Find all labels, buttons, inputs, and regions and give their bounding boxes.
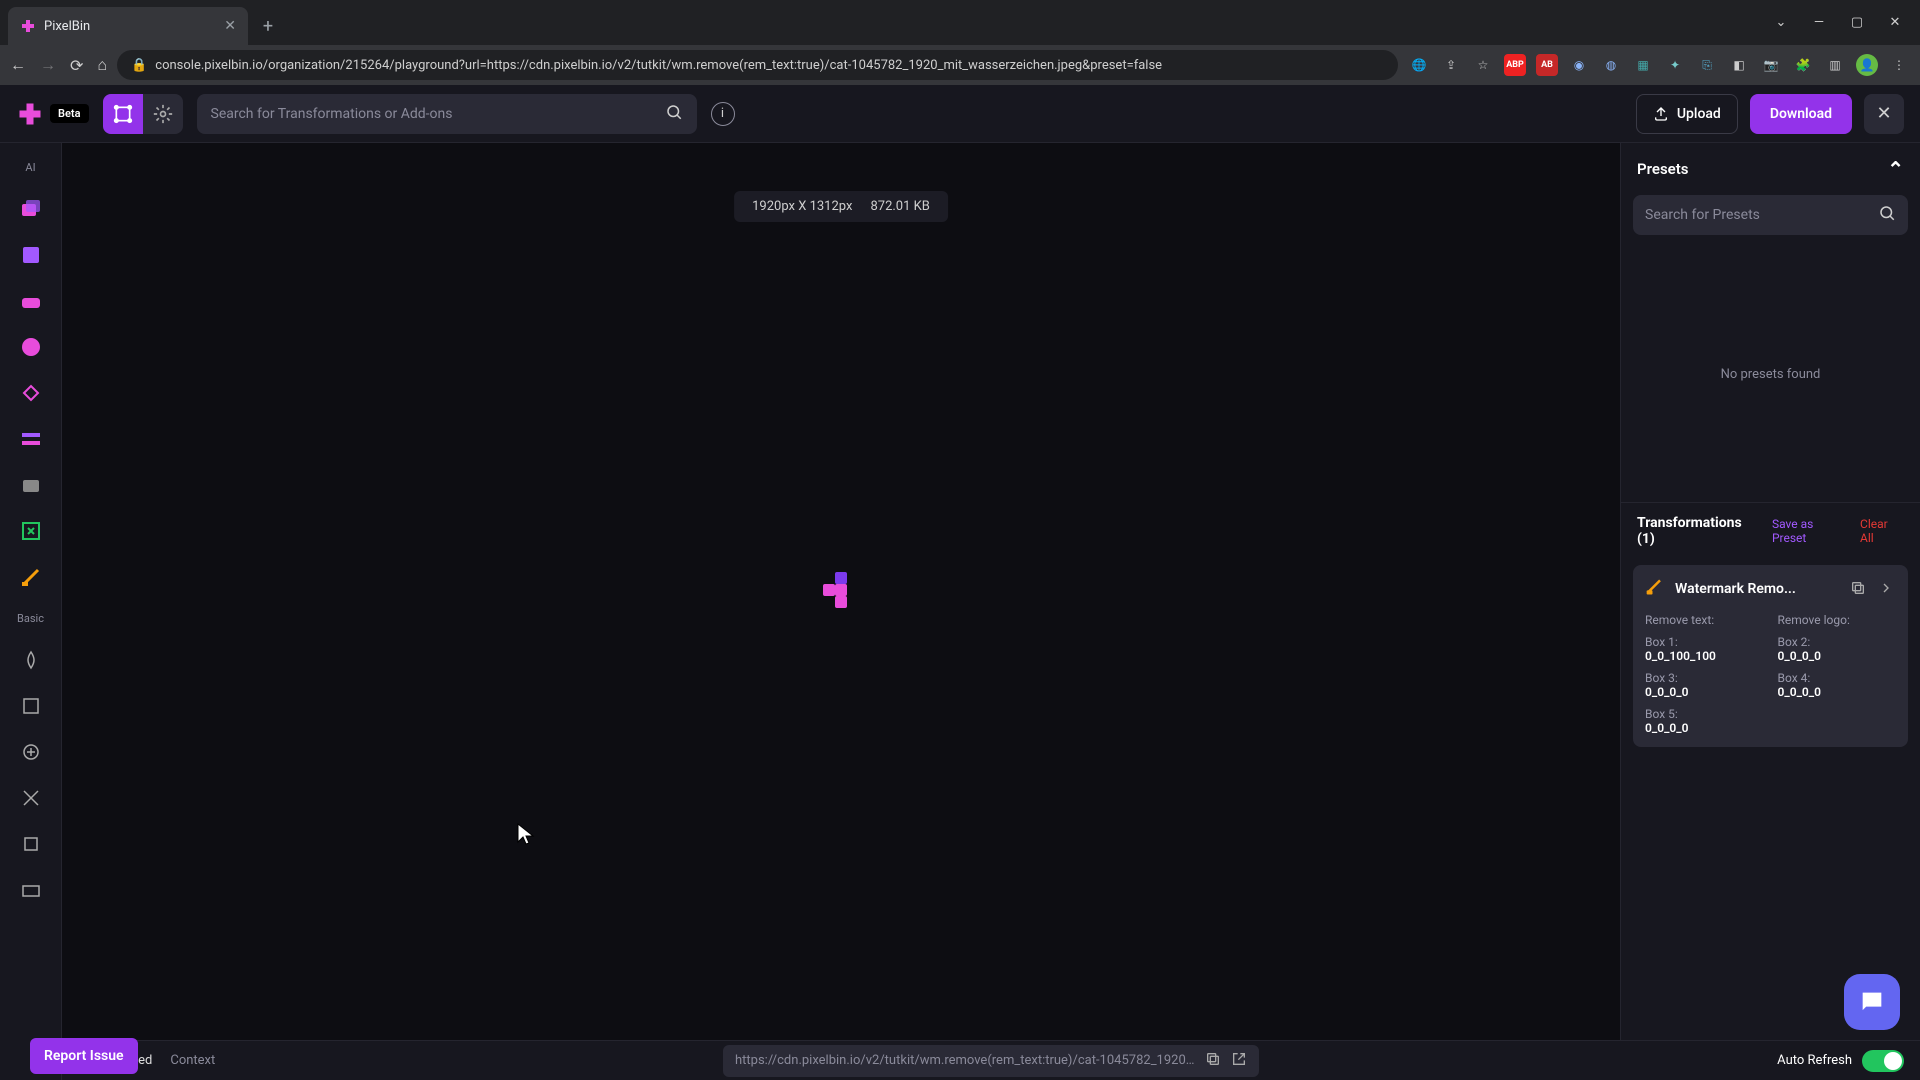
- report-issue-button[interactable]: Report Issue: [30, 1038, 138, 1074]
- left-tool-rail: AI Basic: [0, 143, 62, 1080]
- copy-url-icon[interactable]: [1205, 1051, 1221, 1071]
- translate-icon[interactable]: 🌐: [1408, 54, 1430, 76]
- abp-extension-icon[interactable]: ABP: [1504, 54, 1526, 76]
- close-tab-icon[interactable]: ✕: [224, 18, 236, 34]
- extension-icon[interactable]: ◉: [1568, 54, 1590, 76]
- extension-icon-2[interactable]: ◍: [1600, 54, 1622, 76]
- lock-icon: 🔒: [131, 58, 147, 73]
- ai-tool-7[interactable]: [14, 468, 48, 502]
- presets-empty-state: No presets found: [1621, 247, 1920, 502]
- close-panel-button[interactable]: ✕: [1864, 94, 1904, 134]
- copy-icon[interactable]: [1850, 580, 1868, 598]
- basic-tool-2[interactable]: [14, 689, 48, 723]
- basic-tool-1[interactable]: [14, 643, 48, 677]
- ai-tool-5[interactable]: [14, 376, 48, 410]
- bottom-bar: Transformed Context https://cdn.pixelbin…: [62, 1040, 1920, 1080]
- auto-refresh-toggle[interactable]: [1862, 1050, 1904, 1072]
- side-panel-icon[interactable]: ▥: [1824, 54, 1846, 76]
- tab-context[interactable]: Context: [170, 1053, 215, 1068]
- rail-section-ai: AI: [25, 161, 35, 174]
- search-icon: [665, 103, 683, 125]
- share-icon[interactable]: ⇪: [1440, 54, 1462, 76]
- download-button[interactable]: Download: [1750, 94, 1852, 134]
- basic-tool-4[interactable]: [14, 781, 48, 815]
- image-filesize: 872.01 KB: [870, 199, 929, 214]
- basic-tool-6[interactable]: [14, 873, 48, 907]
- window-maximize[interactable]: ▢: [1840, 9, 1874, 37]
- app-toolbar: Beta Search for Transformations or Add-o…: [0, 85, 1920, 143]
- ai-tool-8[interactable]: [14, 514, 48, 548]
- ai-tool-6[interactable]: [14, 422, 48, 456]
- transform-search[interactable]: Search for Transformations or Add-ons: [197, 94, 697, 134]
- auto-refresh-control: Auto Refresh: [1777, 1050, 1904, 1072]
- extensions-menu-icon[interactable]: 🧩: [1792, 54, 1814, 76]
- ai-tool-9[interactable]: [14, 560, 48, 594]
- ai-tool-2[interactable]: [14, 238, 48, 272]
- loading-spinner: [817, 566, 865, 618]
- chevron-right-icon[interactable]: [1878, 580, 1896, 598]
- address-bar[interactable]: 🔒 console.pixelbin.io/organization/21526…: [117, 50, 1398, 80]
- browser-tab[interactable]: PixelBin ✕: [8, 7, 248, 45]
- ai-tool-1[interactable]: [14, 192, 48, 226]
- transform-card: Watermark Remo... Remove text: Remove lo…: [1633, 565, 1908, 747]
- search-icon: [1878, 204, 1896, 226]
- pixelbin-favicon: [20, 18, 36, 34]
- clear-all-link[interactable]: Clear All: [1860, 517, 1904, 545]
- chevron-down-icon[interactable]: ⌄: [1764, 9, 1798, 37]
- save-as-preset-link[interactable]: Save as Preset: [1772, 517, 1850, 545]
- nav-back-icon[interactable]: ←: [10, 55, 26, 75]
- transformations-header: Transformations (1) Save as Preset Clear…: [1621, 502, 1920, 559]
- tab-title: PixelBin: [44, 19, 90, 34]
- extension-icon-3[interactable]: ▦: [1632, 54, 1654, 76]
- basic-tool-5[interactable]: [14, 827, 48, 861]
- ai-tool-4[interactable]: [14, 330, 48, 364]
- window-minimize[interactable]: —: [1802, 9, 1836, 37]
- image-meta-badge: 1920px X 1312px 872.01 KB: [734, 191, 948, 222]
- nav-reload-icon[interactable]: ⟳: [70, 56, 83, 75]
- url-text: console.pixelbin.io/organization/215264/…: [155, 58, 1162, 73]
- extension-icon-5[interactable]: ⎘: [1696, 54, 1718, 76]
- app-logo[interactable]: Beta: [16, 100, 89, 128]
- rail-section-basic: Basic: [17, 612, 44, 625]
- canvas-area[interactable]: 1920px X 1312px 872.01 KB: [62, 143, 1620, 1040]
- extension-icon-7[interactable]: 📷: [1760, 54, 1782, 76]
- preset-search[interactable]: Search for Presets: [1633, 195, 1908, 235]
- nav-forward-icon[interactable]: →: [40, 55, 56, 75]
- open-url-icon[interactable]: [1231, 1051, 1247, 1071]
- new-tab-button[interactable]: +: [254, 12, 282, 40]
- transform-name: Watermark Remo...: [1675, 581, 1796, 597]
- bookmark-icon[interactable]: ☆: [1472, 54, 1494, 76]
- upload-button[interactable]: Upload: [1636, 94, 1738, 134]
- chat-fab[interactable]: [1844, 974, 1900, 1030]
- transform-mode-button[interactable]: [103, 94, 143, 134]
- search-placeholder: Search for Transformations or Add-ons: [211, 106, 453, 122]
- image-dimensions: 1920px X 1312px: [752, 199, 852, 214]
- window-close[interactable]: ✕: [1878, 9, 1912, 37]
- browser-toolbar: ← → ⟳ ⌂ 🔒 console.pixelbin.io/organizati…: [0, 45, 1920, 85]
- presets-header[interactable]: Presets ⌃: [1621, 143, 1920, 195]
- extension-icon-6[interactable]: ◧: [1728, 54, 1750, 76]
- chevron-up-icon[interactable]: ⌃: [1887, 157, 1904, 181]
- extension-icon-4[interactable]: ✦: [1664, 54, 1686, 76]
- beta-badge: Beta: [50, 104, 89, 123]
- output-url: https://cdn.pixelbin.io/v2/tutkit/wm.rem…: [723, 1045, 1259, 1077]
- ai-tool-3[interactable]: [14, 284, 48, 318]
- mouse-cursor: [517, 823, 535, 852]
- nav-home-icon[interactable]: ⌂: [97, 55, 107, 75]
- profile-avatar[interactable]: 👤: [1856, 54, 1878, 76]
- eraser-icon: [1645, 577, 1665, 601]
- abp-extension-icon-2[interactable]: AB: [1536, 54, 1558, 76]
- info-button[interactable]: i: [711, 102, 735, 126]
- kebab-menu-icon[interactable]: ⋮: [1888, 54, 1910, 76]
- browser-tab-strip: PixelBin ✕ + ⌄ — ▢ ✕: [0, 0, 1920, 45]
- mode-toggle: [103, 94, 183, 134]
- right-panel: Presets ⌃ Search for Presets No presets …: [1620, 143, 1920, 1040]
- basic-tool-3[interactable]: [14, 735, 48, 769]
- settings-mode-button[interactable]: [143, 94, 183, 134]
